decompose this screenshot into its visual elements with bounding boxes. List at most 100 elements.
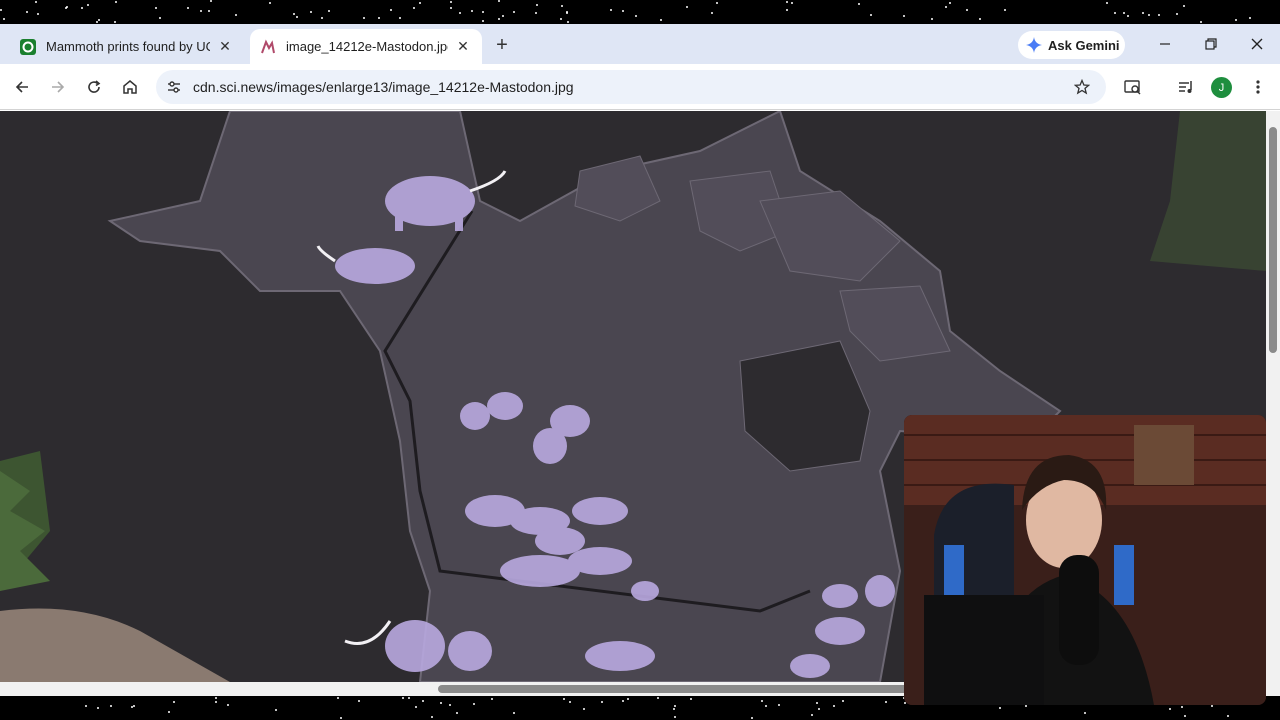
star-dot bbox=[673, 708, 675, 710]
reload-icon[interactable] bbox=[80, 73, 108, 101]
star-dot bbox=[690, 698, 692, 700]
horizontal-scrollbar-thumb[interactable] bbox=[438, 685, 908, 693]
star-dot bbox=[811, 714, 813, 716]
star-dot bbox=[1148, 14, 1150, 16]
star-dot bbox=[419, 2, 421, 4]
star-dot bbox=[786, 9, 788, 11]
search-tabs-icon[interactable] bbox=[1119, 73, 1147, 101]
star-dot bbox=[159, 17, 161, 19]
star-dot bbox=[1127, 15, 1129, 17]
star-dot bbox=[583, 708, 585, 710]
ask-gemini-label: Ask Gemini bbox=[1048, 37, 1120, 53]
tab-mastodon-image[interactable]: image_14212e-Mastodon.jpg (1 ✕ bbox=[250, 29, 482, 64]
star-dot bbox=[293, 13, 295, 15]
star-dot bbox=[440, 702, 442, 704]
star-dot bbox=[215, 701, 217, 703]
star-dot bbox=[399, 17, 401, 19]
star-dot bbox=[535, 12, 537, 14]
star-dot bbox=[358, 700, 360, 702]
star-dot bbox=[87, 4, 89, 6]
star-dot bbox=[1184, 715, 1186, 717]
star-dot bbox=[1004, 9, 1006, 11]
star-dot bbox=[610, 9, 612, 11]
star-dot bbox=[1181, 706, 1183, 708]
site-info-icon[interactable] bbox=[164, 77, 184, 97]
star-dot bbox=[97, 707, 99, 709]
star-dot bbox=[110, 705, 112, 707]
close-tab-icon[interactable]: ✕ bbox=[454, 38, 472, 56]
star-dot bbox=[999, 707, 1001, 709]
address-bar[interactable]: cdn.sci.news/images/enlarge13/image_1421… bbox=[156, 70, 1106, 104]
star-dot bbox=[215, 697, 217, 699]
star-dot bbox=[674, 705, 676, 707]
url-text[interactable]: cdn.sci.news/images/enlarge13/image_1421… bbox=[193, 79, 574, 95]
star-dot bbox=[482, 20, 484, 22]
star-dot bbox=[842, 700, 844, 702]
home-icon[interactable] bbox=[116, 73, 144, 101]
star-dot bbox=[498, 0, 500, 2]
star-icon[interactable] bbox=[1072, 77, 1092, 97]
star-dot bbox=[275, 709, 277, 711]
star-dot bbox=[833, 705, 835, 707]
star-dot bbox=[1123, 12, 1125, 14]
vertical-scrollbar-thumb[interactable] bbox=[1269, 127, 1277, 353]
profile-avatar[interactable]: J bbox=[1211, 77, 1232, 98]
star-dot bbox=[390, 9, 392, 11]
star-dot bbox=[945, 6, 947, 8]
star-dot bbox=[502, 15, 504, 17]
star-dot bbox=[979, 18, 981, 20]
star-dot bbox=[1200, 21, 1202, 23]
star-dot bbox=[885, 701, 887, 703]
star-dot bbox=[1025, 705, 1027, 707]
star-dot bbox=[1211, 705, 1213, 707]
star-dot bbox=[269, 2, 271, 4]
star-dot bbox=[716, 2, 718, 4]
star-dot bbox=[1249, 17, 1251, 19]
star-dot bbox=[98, 19, 100, 21]
star-dot bbox=[622, 700, 624, 702]
star-dot bbox=[657, 697, 659, 699]
star-dot bbox=[328, 10, 330, 12]
restore-icon[interactable] bbox=[1197, 32, 1225, 56]
star-dot bbox=[931, 18, 933, 20]
star-dot bbox=[114, 21, 116, 23]
star-dot bbox=[674, 716, 676, 718]
star-dot bbox=[949, 2, 951, 4]
star-dot bbox=[1227, 715, 1229, 717]
star-dot bbox=[1169, 708, 1171, 710]
star-dot bbox=[498, 18, 500, 20]
star-dot bbox=[563, 698, 565, 700]
star-dot bbox=[566, 12, 568, 14]
star-dot bbox=[761, 700, 763, 702]
star-dot bbox=[296, 16, 298, 18]
star-dot bbox=[208, 10, 210, 12]
media-controls-icon[interactable] bbox=[1172, 73, 1200, 101]
star-dot bbox=[81, 7, 83, 9]
star-dot bbox=[378, 17, 380, 19]
minimize-icon[interactable] bbox=[1151, 32, 1179, 56]
close-icon[interactable] bbox=[1243, 32, 1271, 56]
gemini-spark-icon bbox=[1026, 37, 1042, 53]
star-dot bbox=[660, 19, 662, 21]
star-dot bbox=[168, 711, 170, 713]
ask-gemini-button[interactable]: Ask Gemini bbox=[1018, 31, 1125, 59]
star-dot bbox=[966, 9, 968, 11]
star-dot bbox=[422, 700, 424, 702]
back-arrow-icon[interactable] bbox=[8, 73, 36, 101]
star-dot bbox=[482, 11, 484, 13]
tab-mammoth-prints[interactable]: Mammoth prints found by UO s ✕ bbox=[10, 29, 244, 64]
close-tab-icon[interactable]: ✕ bbox=[216, 38, 234, 56]
star-dot bbox=[751, 717, 753, 719]
star-dot bbox=[459, 12, 461, 14]
forward-arrow-icon[interactable] bbox=[44, 73, 72, 101]
new-tab-button[interactable]: + bbox=[490, 33, 514, 57]
star-dot bbox=[26, 11, 28, 13]
star-dot bbox=[173, 701, 175, 703]
more-menu-icon[interactable] bbox=[1244, 73, 1272, 101]
star-dot bbox=[765, 705, 767, 707]
star-dot bbox=[622, 10, 624, 12]
vertical-scrollbar[interactable] bbox=[1266, 111, 1280, 696]
star-dot bbox=[200, 10, 202, 12]
star-dot bbox=[786, 1, 788, 3]
star-dot bbox=[471, 10, 473, 12]
